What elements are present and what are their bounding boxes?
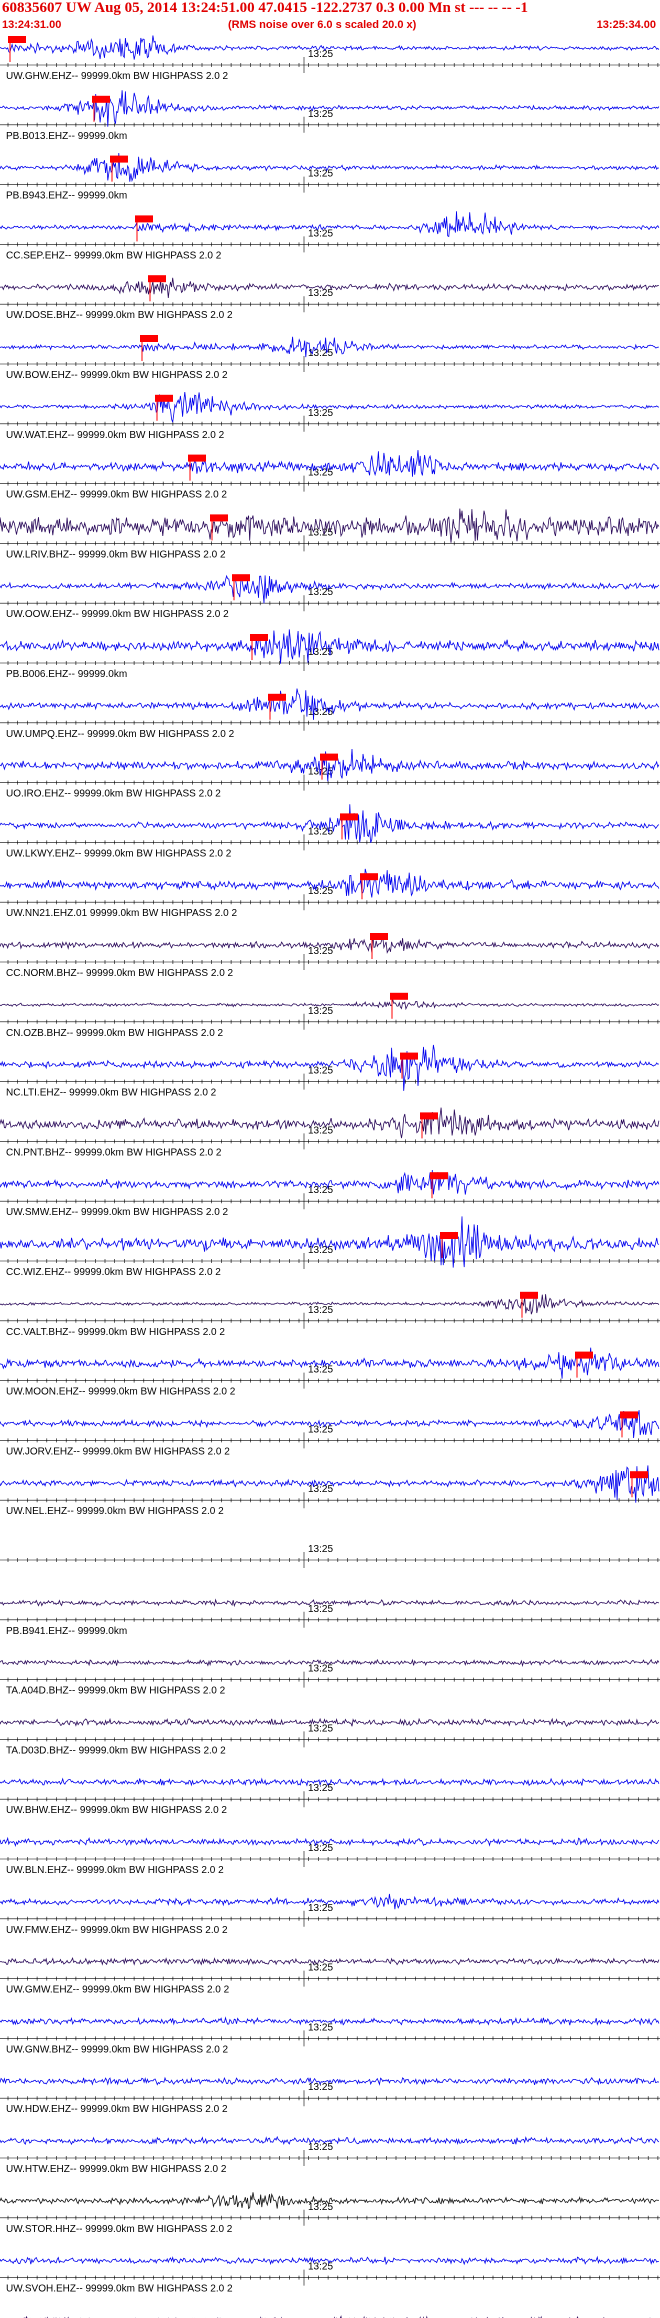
tick-label: 13:25 [308,1963,333,1974]
station-label: UW.BLN.EHZ-- 99999.0km BW HIGHPASS 2.0 2 [6,1865,224,1876]
station-label: PB.B013.EHZ-- 99999.0km [6,131,127,142]
pick-marker [370,933,388,940]
station-label: UW.WAT.EHZ-- 99999.0km BW HIGHPASS 2.0 2 [6,430,225,441]
tick-label: 13:25 [308,2202,333,2213]
tick-label: 13:25 [308,1843,333,1854]
tick-label: 13:25 [308,946,333,957]
station-label: CC.SEP.EHZ-- 99999.0km BW HIGHPASS 2.0 2 [6,250,222,261]
tick-label: 13:25 [308,1185,333,1196]
tick-label: 13:25 [308,348,333,359]
waveform-trace [0,629,660,664]
tick-label: 13:25 [308,886,333,897]
pick-marker [92,95,110,103]
station-label: UW.BHW.EHZ-- 99999.0km BW HIGHPASS 2.0 2 [6,1805,227,1816]
tick-label: 13:25 [308,169,333,180]
station-label: PB.B943.EHZ-- 99999.0km [6,191,127,202]
waveform-trace [0,1216,660,1268]
station-label: UW.BOW.EHZ-- 99999.0km BW HIGHPASS 2.0 2 [6,370,228,381]
station-label: CC.WIZ.EHZ-- 99999.0km BW HIGHPASS 2.0 2 [6,1267,221,1278]
station-label: UW.NN21.EHZ.01 99999.0km BW HIGHPASS 2.0… [6,908,237,919]
pick-marker [390,992,408,1000]
pick-marker [110,155,128,163]
station-label: CC.NORM.BHZ-- 99999.0km BW HIGHPASS 2.0 … [6,968,234,979]
tick-label: 13:25 [308,2142,333,2153]
pick-marker [340,813,358,821]
station-label: UW.GHW.EHZ-- 99999.0km BW HIGHPASS 2.0 2 [6,71,229,82]
station-label: UO.IRO.EHZ-- 99999.0km BW HIGHPASS 2.0 2 [6,789,221,800]
station-label: UW.SVOH.EHZ-- 99999.0km BW HIGHPASS 2.0 … [6,2284,233,2295]
tick-label: 13:25 [308,2022,333,2033]
pick-marker [250,634,268,641]
station-label: PB.B006.EHZ-- 99999.0km [6,669,127,680]
tick-label: 13:25 [308,1664,333,1675]
tick-label: 13:25 [308,1903,333,1914]
station-label: UW.MOON.EHZ-- 99999.0km BW HIGHPASS 2.0 … [6,1387,236,1398]
pick-marker [630,1471,648,1479]
tick-label: 13:25 [308,1544,333,1555]
tick-label: 13:25 [308,408,333,419]
station-label: CN.PNT.BHZ-- 99999.0km BW HIGHPASS 2.0 2 [6,1147,222,1158]
tick-label: 13:25 [308,1066,333,1077]
station-label: UW.GNW.BHZ-- 99999.0km BW HIGHPASS 2.0 2 [6,2044,229,2055]
tick-label: 13:25 [308,1723,333,1734]
pick-marker [148,275,166,283]
station-label: CN.OZB.BHZ-- 99999.0km BW HIGHPASS 2.0 2 [6,1028,224,1039]
tick-label: 13:25 [308,2262,333,2273]
tick-label: 13:25 [308,288,333,299]
tick-label: 13:25 [308,1365,333,1376]
pick-marker [140,335,158,342]
pick-marker [188,454,206,462]
pick-marker [420,1112,438,1120]
station-label: UW.DOSE.BHZ-- 99999.0km BW HIGHPASS 2.0 … [6,310,233,321]
tick-label: 13:25 [308,49,333,60]
pick-marker [8,36,26,43]
station-label: UW.STOR.HHZ-- 99999.0km BW HIGHPASS 2.0 … [6,2224,233,2235]
tick-label: 13:25 [308,1125,333,1136]
pick-marker [135,215,153,223]
tick-label: 13:25 [308,1245,333,1256]
pick-marker [268,693,286,701]
station-label: UW.HTW.EHZ-- 99999.0km BW HIGHPASS 2.0 2 [6,2164,227,2175]
pick-marker [400,1052,418,1060]
station-label: CC.VALT.BHZ-- 99999.0km BW HIGHPASS 2.0 … [6,1327,225,1338]
tick-label: 13:25 [308,587,333,598]
pick-marker [155,394,173,402]
station-label: TA.A04D.BHZ-- 99999.0km BW HIGHPASS 2.0 … [6,1686,226,1697]
station-label: UW.SMW.EHZ-- 99999.0km BW HIGHPASS 2.0 2 [6,1207,229,1218]
tick-label: 13:25 [308,2082,333,2093]
pick-marker [520,1291,538,1299]
station-label: PB.B941.EHZ-- 99999.0km [6,1626,127,1637]
tick-label: 13:25 [308,1424,333,1435]
station-label: UW.HDW.EHZ-- 99999.0km BW HIGHPASS 2.0 2 [6,2104,228,2115]
station-label: UW.UMPQ.EHZ-- 99999.0km BW HIGHPASS 2.0 … [6,729,235,740]
tick-label: 13:25 [308,1604,333,1615]
station-label: UW.GSM.EHZ-- 99999.0km BW HIGHPASS 2.0 2 [6,490,227,501]
tick-label: 13:25 [308,1783,333,1794]
station-label: UW.FMW.EHZ-- 99999.0km BW HIGHPASS 2.0 2 [6,1925,228,1936]
tick-label: 13:25 [308,1006,333,1017]
pick-marker [440,1232,458,1239]
pick-marker [620,1411,638,1419]
station-label: UW.LKWY.EHZ-- 99999.0km BW HIGHPASS 2.0 … [6,848,232,859]
tick-label: 13:25 [308,1305,333,1316]
pick-marker [360,873,378,881]
station-label: UW.GMW.EHZ-- 99999.0km BW HIGHPASS 2.0 2 [6,1985,230,1996]
tick-label: 13:25 [308,826,333,837]
station-label: UW.LRIV.BHZ-- 99999.0km BW HIGHPASS 2.0 … [6,549,226,560]
pick-marker [575,1351,593,1359]
pick-marker [210,514,228,522]
tick-label: 13:25 [308,1484,333,1495]
station-label: TA.D03D.BHZ-- 99999.0km BW HIGHPASS 2.0 … [6,1745,226,1756]
pick-marker [232,574,250,582]
pick-marker [320,753,338,761]
seismogram-plot: 13:25 UW.GHW.EHZ-- 99999.0km BW HIGHPASS … [0,35,660,2318]
station-label: UW.JORV.EHZ-- 99999.0km BW HIGHPASS 2.0 … [6,1446,230,1457]
pick-marker [430,1172,448,1180]
station-label: NC.LTI.EHZ-- 99999.0km BW HIGHPASS 2.0 2 [6,1088,217,1099]
tick-label: 13:25 [308,228,333,239]
station-label: UW.NEL.EHZ-- 99999.0km BW HIGHPASS 2.0 2 [6,1506,224,1517]
station-label: UW.OOW.EHZ-- 99999.0km BW HIGHPASS 2.0 2 [6,609,229,620]
